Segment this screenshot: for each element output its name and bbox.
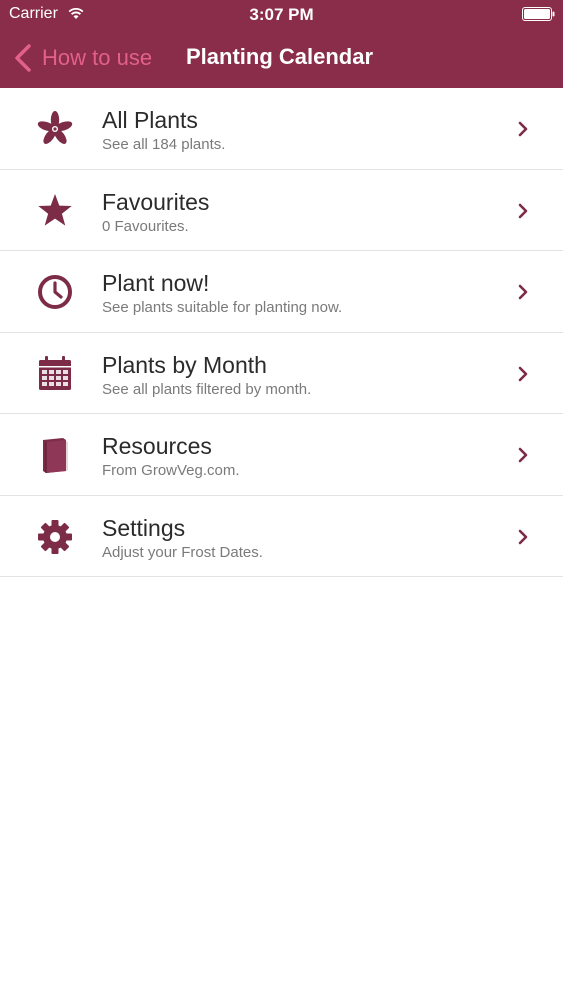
menu-item-resources[interactable]: Resources From GrowVeg.com.: [0, 414, 563, 496]
menu-item-title: Plants by Month: [102, 351, 267, 378]
back-label: How to use: [42, 45, 153, 70]
menu-item-subtitle: From GrowVeg.com.: [102, 462, 240, 479]
chevron-right-icon: [518, 203, 528, 218]
menu-item-subtitle: See plants suitable for planting now.: [102, 299, 343, 316]
header: Carrier 3:07 PM How to use Planting Cale…: [0, 0, 563, 88]
menu-item-title: All Plants: [102, 107, 198, 133]
calendar-icon: [39, 355, 71, 390]
menu-item-title: Plant now!: [102, 270, 210, 296]
nav-bar: How to use Planting Calendar: [0, 30, 563, 88]
menu-item-subtitle: See all 184 plants.: [102, 136, 226, 153]
menu-item-subtitle: Adjust your Frost Dates.: [102, 543, 263, 561]
chevron-right-icon: [518, 284, 528, 300]
page-title: Planting Calendar: [186, 44, 374, 69]
chevron-right-icon: [518, 529, 528, 544]
chevron-left-icon: [15, 44, 31, 72]
menu-list: All Plants See all 184 plants. Favourite…: [0, 88, 563, 577]
book-icon: [43, 438, 68, 473]
back-button[interactable]: How to use: [14, 41, 152, 75]
menu-item-plant-now[interactable]: Plant now! See plants suitable for plant…: [0, 251, 563, 333]
chevron-right-icon: [518, 121, 528, 137]
clock-icon: [38, 275, 72, 309]
menu-item-plants-by-month[interactable]: Plants by Month See all plants filtered …: [0, 333, 563, 414]
gear-icon: [38, 519, 72, 554]
flower-icon: [37, 111, 73, 144]
chevron-right-icon: [518, 366, 528, 381]
menu-item-title: Settings: [102, 514, 186, 541]
menu-item-title: Favourites: [102, 188, 210, 215]
menu-item-subtitle: See all plants filtered by month.: [102, 380, 312, 398]
menu-item-settings[interactable]: Settings Adjust your Frost Dates.: [0, 496, 563, 577]
menu-item-title: Resources: [102, 433, 212, 459]
clock-time: 3:07 PM: [249, 5, 314, 24]
menu-item-favourites[interactable]: Favourites 0 Favourites.: [0, 170, 563, 251]
chevron-right-icon: [518, 447, 528, 463]
star-icon: [38, 193, 72, 226]
menu-item-all-plants[interactable]: All Plants See all 184 plants.: [0, 88, 563, 170]
menu-item-subtitle: 0 Favourites.: [102, 217, 189, 235]
battery-icon: [522, 7, 555, 21]
status-bar: Carrier 3:07 PM: [0, 0, 563, 30]
